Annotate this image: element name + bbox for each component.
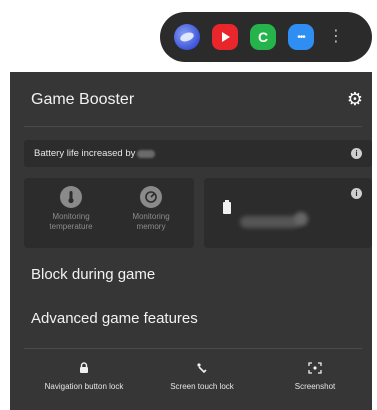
monitoring-temperature-label: Monitoring temperature <box>49 212 93 231</box>
screenshot-button[interactable]: Screenshot <box>276 360 354 391</box>
monitoring-card: Monitoring temperature Monitoring memory <box>24 178 194 248</box>
battery-status-card: i <box>204 178 372 248</box>
navigation-button-lock-label: Navigation button lock <box>44 382 124 391</box>
gauge-icon <box>140 186 162 208</box>
battery-life-row: Battery life increased by i <box>24 140 372 167</box>
game-booster-panel: Game Booster ⚙ Battery life increased by… <box>10 72 372 410</box>
screen-touch-lock-button[interactable]: Screen touch lock <box>153 360 251 391</box>
divider <box>24 348 362 349</box>
quick-actions-bar: Navigation button lock Screen touch lock… <box>10 360 372 404</box>
more-options-icon[interactable]: ⋮ <box>328 29 344 45</box>
battery-value-blurred-dot <box>294 212 308 226</box>
monitoring-memory-button[interactable]: Monitoring memory <box>116 186 186 232</box>
navigation-button-lock-button[interactable]: Navigation button lock <box>30 360 138 391</box>
info-icon[interactable]: i <box>351 148 362 159</box>
battery-life-value-blurred <box>137 149 156 158</box>
gear-icon[interactable]: ⚙ <box>344 88 366 110</box>
battery-icon <box>223 200 231 214</box>
youtube-app-icon[interactable] <box>212 24 238 50</box>
phone-app-icon[interactable] <box>250 24 276 50</box>
messages-app-icon[interactable] <box>288 24 314 50</box>
advanced-game-features-item[interactable]: Advanced game features <box>31 310 198 327</box>
monitoring-memory-label: Monitoring memory <box>132 212 170 231</box>
touch-lock-icon <box>153 360 251 376</box>
thermometer-icon <box>60 186 82 208</box>
divider <box>24 126 362 127</box>
block-during-game-item[interactable]: Block during game <box>31 266 155 283</box>
battery-life-text: Battery life increased by <box>34 148 136 159</box>
screenshot-icon <box>276 360 354 376</box>
info-icon[interactable]: i <box>351 188 362 199</box>
monitoring-temperature-button[interactable]: Monitoring temperature <box>36 186 106 232</box>
browser-app-icon[interactable] <box>174 24 200 50</box>
app-tray: ⋮ <box>160 12 372 62</box>
panel-title: Game Booster <box>31 91 135 108</box>
screenshot-label: Screenshot <box>294 382 336 391</box>
lock-icon <box>30 360 138 376</box>
screen-touch-lock-label: Screen touch lock <box>170 382 234 391</box>
battery-value-blurred <box>240 216 300 228</box>
